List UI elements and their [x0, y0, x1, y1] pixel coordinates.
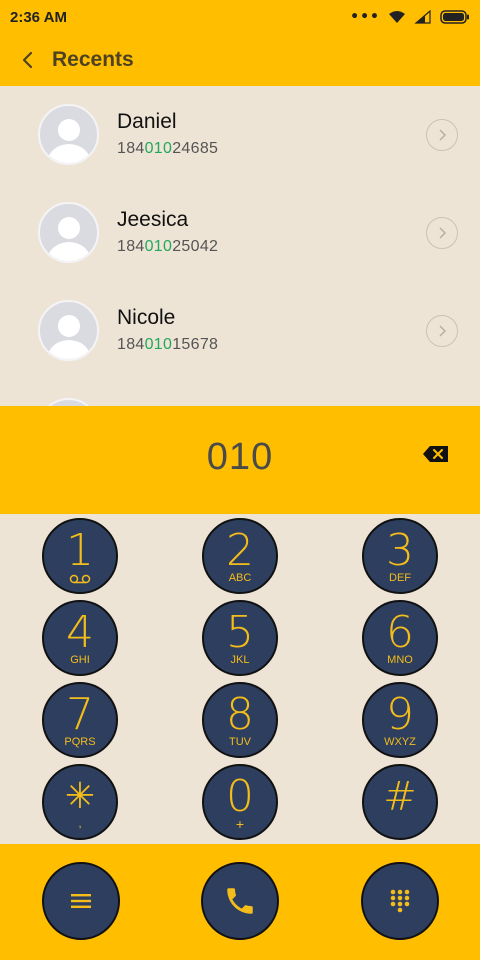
backspace-icon: [423, 446, 448, 462]
backspace-button[interactable]: [422, 444, 450, 464]
key-6[interactable]: 6 MNO: [362, 600, 438, 676]
key-7[interactable]: 7 PQRS: [42, 682, 118, 758]
chevron-right-icon: [439, 129, 447, 141]
keypad: 1 2 ABC 3 DEF 4 GHI 5 JKL 6 MNO 7 PQRS 8…: [0, 514, 480, 844]
avatar: [38, 202, 99, 263]
key-letters: ABC: [228, 572, 252, 584]
header: Recents: [0, 34, 480, 86]
key-letters: JKL: [230, 654, 250, 666]
contact-number: 18401024685: [117, 140, 219, 157]
avatar: [38, 104, 99, 165]
key-digit: 6: [386, 607, 414, 658]
chevron-right-icon: [439, 325, 447, 337]
key-digit: 8: [226, 689, 254, 740]
key-letters: PQRS: [64, 736, 96, 748]
key-9[interactable]: 9 WXYZ: [362, 682, 438, 758]
dialpad-toggle-button[interactable]: [361, 862, 439, 940]
contact-details-button[interactable]: [426, 315, 458, 347]
key-4[interactable]: 4 GHI: [42, 600, 118, 676]
phone-icon: [227, 888, 253, 914]
signal-icon: [414, 10, 431, 24]
more-notifications-icon: •••: [350, 9, 380, 25]
dialpad-icon: [390, 889, 410, 913]
key-digit: 9: [386, 689, 414, 740]
avatar-placeholder-icon: [46, 217, 92, 261]
key-digit: 1: [66, 525, 94, 576]
key-digit: ✳: [64, 776, 96, 817]
key-3[interactable]: 3 DEF: [362, 518, 438, 594]
key-hash[interactable]: #: [362, 764, 438, 840]
avatar: [38, 398, 99, 406]
contact-number: 18401015678: [117, 336, 219, 353]
battery-icon: [440, 10, 469, 24]
contact-row[interactable]: Daniel 18401024685: [0, 86, 480, 184]
key-letters: TUV: [229, 736, 251, 748]
key-digit: 2: [226, 525, 254, 576]
contact-number: 18401025042: [117, 238, 219, 255]
call-button[interactable]: [201, 862, 279, 940]
key-star[interactable]: ✳ ,: [42, 764, 118, 840]
key-letters: DEF: [389, 572, 411, 584]
contact-name: Daniel: [117, 110, 177, 133]
contact-details-button[interactable]: [426, 119, 458, 151]
key-digit: 3: [386, 525, 414, 576]
key-digit: 5: [226, 607, 254, 658]
contact-name: Nicole: [117, 306, 176, 329]
bottom-action-bar: [0, 844, 480, 960]
voicemail-icon: [69, 574, 91, 584]
contact-name: Jeesica: [117, 208, 189, 231]
key-1[interactable]: 1: [42, 518, 118, 594]
dial-input-panel: 010: [0, 406, 480, 514]
key-5[interactable]: 5 JKL: [202, 600, 278, 676]
menu-icon: [71, 894, 91, 908]
contact-row[interactable]: Jeesica 18401025042: [0, 184, 480, 282]
dialed-number[interactable]: 010: [0, 436, 480, 479]
key-letters: ,: [78, 818, 82, 830]
contact-row-partial[interactable]: [0, 380, 480, 406]
recents-list[interactable]: Daniel 18401024685 Jeesica 18401025042 N…: [0, 86, 480, 406]
back-icon[interactable]: [16, 49, 38, 71]
contact-row[interactable]: Nicole 18401015678: [0, 282, 480, 380]
key-letters: +: [235, 816, 245, 832]
key-2[interactable]: 2 ABC: [202, 518, 278, 594]
key-digit: #: [383, 774, 417, 820]
status-time: 2:36 AM: [10, 8, 67, 26]
key-letters: GHI: [70, 654, 90, 666]
contact-details-button[interactable]: [426, 217, 458, 249]
avatar: [38, 300, 99, 361]
key-letters: MNO: [387, 654, 413, 666]
chevron-right-icon: [439, 227, 447, 239]
key-8[interactable]: 8 TUV: [202, 682, 278, 758]
key-digit: 0: [226, 771, 254, 822]
key-digit: 7: [66, 689, 94, 740]
page-title: Recents: [52, 48, 134, 71]
avatar-placeholder-icon: [46, 119, 92, 163]
menu-button[interactable]: [42, 862, 120, 940]
avatar-placeholder-icon: [46, 315, 92, 359]
wifi-icon: [389, 11, 405, 23]
key-digit: 4: [66, 607, 94, 658]
key-letters: WXYZ: [384, 736, 416, 748]
status-icons: •••: [350, 9, 470, 25]
status-bar: 2:36 AM •••: [0, 0, 480, 34]
key-0[interactable]: 0 +: [202, 764, 278, 840]
